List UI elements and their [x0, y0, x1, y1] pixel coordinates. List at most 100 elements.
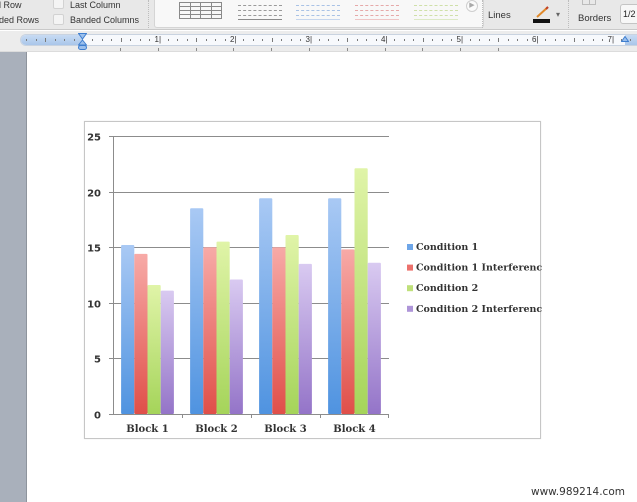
- x-category-label: Block 3: [264, 424, 306, 435]
- legend-swatch: [407, 305, 413, 312]
- ruler-tick: [356, 39, 358, 41]
- y-tick-label: 15: [87, 244, 101, 255]
- tab-stop-tick: [195, 48, 197, 51]
- navigation-pane: [0, 52, 27, 502]
- ruler-tick: [451, 39, 453, 41]
- right-indent-marker-icon[interactable]: [621, 36, 629, 42]
- ruler-tick: [517, 39, 519, 41]
- table-design-ribbon: l Row ded Rows Last Column Banded Column…: [0, 0, 637, 30]
- ruler-tick: [573, 38, 575, 42]
- tab-stop-tick: [346, 48, 348, 51]
- ruler-tick: [318, 39, 320, 41]
- tab-stop-tick: [309, 48, 310, 51]
- ruler-tick: [130, 39, 132, 41]
- ruler-tick: [469, 39, 471, 41]
- x-category-label: Block 2: [195, 424, 237, 435]
- ruler-tick: [337, 39, 339, 41]
- bar: [328, 198, 342, 414]
- bar: [341, 249, 355, 414]
- ruler-tick: [403, 39, 405, 41]
- tab-stop-tick: [271, 48, 273, 51]
- indent-marker-icon[interactable]: [78, 33, 87, 51]
- x-category-label: Block 4: [333, 424, 375, 435]
- ruler-tick: [507, 39, 509, 41]
- legend-label: Condition 1: [416, 242, 478, 253]
- tab-stop-tick: [422, 48, 424, 51]
- ruler-tick: [186, 39, 188, 41]
- word-window: l Row ded Rows Last Column Banded Column…: [0, 0, 637, 502]
- tab-stop-tick: [384, 48, 386, 51]
- ruler-tick: [554, 39, 556, 41]
- tab-stop-tick: [233, 48, 235, 51]
- ruler-tick: [432, 39, 434, 41]
- ruler-number: 6|: [532, 35, 539, 44]
- bar: [203, 247, 217, 414]
- last-column-checkbox[interactable]: [53, 0, 64, 9]
- y-tick-label: 20: [87, 189, 101, 200]
- table-style-blue[interactable]: [296, 2, 340, 20]
- ruler-tick: [328, 39, 330, 41]
- ruler-tick: [149, 39, 151, 41]
- bar: [229, 279, 243, 414]
- gallery-next-button[interactable]: ▶: [466, 0, 478, 12]
- embedded-chart[interactable]: 0 5 10 15 20 25 Block 1 Block 2 Block 3 Block 4 C…: [84, 121, 542, 439]
- banded-columns-checkbox[interactable]: [53, 14, 64, 25]
- table-style-plain[interactable]: [238, 2, 282, 20]
- ruler-tick: [73, 39, 75, 41]
- ruler-tick: [394, 39, 396, 41]
- bar: [160, 290, 174, 414]
- banded-columns-label[interactable]: Banded Columns: [70, 15, 139, 25]
- ruler-tick: [366, 39, 368, 41]
- ruler-tick: [413, 39, 415, 41]
- legend-label: Condition 2: [416, 283, 478, 294]
- ruler-tick: [111, 39, 113, 41]
- table-styles-gallery[interactable]: [154, 0, 484, 28]
- banded-rows-option[interactable]: ded Rows: [0, 15, 39, 25]
- ruler-tick: [26, 39, 28, 41]
- header-row-option[interactable]: l Row: [0, 0, 22, 10]
- ruler-tick: [545, 39, 547, 41]
- table-style-red[interactable]: [355, 2, 399, 20]
- borders-icon[interactable]: [582, 0, 596, 5]
- ruler-tick: [281, 39, 283, 41]
- ruler-tick: [526, 39, 528, 41]
- lines-label: Lines: [488, 10, 511, 21]
- ruler-tick: [177, 39, 179, 41]
- table-style-grid[interactable]: [179, 2, 223, 20]
- bar: [147, 285, 161, 414]
- table-style-green[interactable]: [414, 2, 458, 20]
- ruler-tick: [196, 38, 198, 42]
- ruler-tick: [243, 39, 245, 41]
- legend-swatch: [407, 264, 413, 271]
- ruler-tick: [271, 38, 273, 42]
- y-tick-label: 0: [94, 411, 101, 422]
- bar: [134, 253, 148, 414]
- ruler-tick: [602, 39, 604, 41]
- pen-color-dropdown-icon[interactable]: ▾: [556, 10, 560, 19]
- legend-label: Condition 2 Interference: [416, 304, 542, 315]
- last-column-label[interactable]: Last Column: [70, 0, 121, 10]
- watermark-text: www.989214.com: [531, 486, 625, 498]
- ruler-number: 2|: [230, 35, 237, 44]
- tab-stop-tick: [157, 48, 159, 51]
- ruler-tick: [583, 39, 585, 41]
- bar: [190, 208, 204, 414]
- y-tick-label: 25: [87, 133, 101, 144]
- y-tick-label: 10: [87, 300, 101, 311]
- pen-color-icon[interactable]: [532, 4, 552, 24]
- ruler-number: 5|: [456, 35, 464, 44]
- ruler-tick: [479, 39, 481, 41]
- ruler-tick: [290, 39, 292, 41]
- bar: [354, 168, 368, 414]
- ruler-tick: [422, 38, 424, 42]
- ribbon-divider: [482, 0, 483, 28]
- horizontal-ruler[interactable]: 1| 2| 3| 4| 5| 6| 7|: [20, 34, 637, 46]
- borders-button[interactable]: Borders: [578, 13, 611, 24]
- ruler-number: 1|: [154, 35, 162, 44]
- legend-swatch: [407, 244, 413, 250]
- ruler-tick: [120, 38, 122, 42]
- page-indicator-button[interactable]: 1/2: [620, 4, 637, 24]
- ruler-tick: [498, 38, 500, 42]
- tab-stop-tick: [460, 48, 462, 51]
- ruler-tick: [92, 39, 94, 41]
